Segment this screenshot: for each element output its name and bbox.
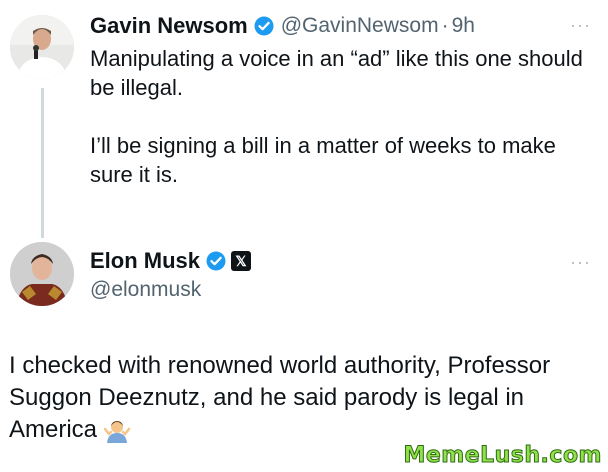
separator-dot: · — [441, 14, 449, 37]
tweet2-header: Elon Musk 𝕏 — [90, 248, 252, 274]
more-options-icon[interactable]: ··· — [570, 15, 591, 36]
verified-badge-icon — [206, 251, 226, 271]
tweet2-text: I checked with renowned world authority,… — [9, 350, 599, 446]
author-name[interactable]: Elon Musk — [90, 248, 200, 274]
tweet1-header: Gavin Newsom @GavinNewsom · 9h — [90, 13, 475, 39]
author-handle[interactable]: @GavinNewsom — [281, 14, 439, 38]
thread-connector-line — [41, 88, 44, 238]
tweet-paragraph: I’ll be signing a bill in a matter of we… — [90, 133, 556, 187]
avatar-gavin-newsom[interactable] — [10, 15, 74, 79]
tweet-paragraph: Manipulating a voice in an “ad” like thi… — [90, 46, 583, 100]
tweet1-text: Manipulating a voice in an “ad” like thi… — [90, 44, 600, 189]
tweet-text-content: I checked with renowned world authority,… — [9, 352, 551, 443]
avatar-elon-musk[interactable] — [10, 242, 74, 306]
x-affiliate-badge-icon[interactable]: 𝕏 — [231, 251, 252, 271]
person-shrugging-icon — [103, 417, 131, 445]
tweet-timestamp[interactable]: 9h — [452, 14, 475, 38]
more-options-icon[interactable]: ··· — [570, 252, 591, 273]
author-handle[interactable]: @elonmusk — [90, 278, 201, 302]
verified-badge-icon — [254, 16, 274, 36]
author-name[interactable]: Gavin Newsom — [90, 13, 248, 39]
site-watermark: MemeLush.com — [403, 443, 602, 469]
